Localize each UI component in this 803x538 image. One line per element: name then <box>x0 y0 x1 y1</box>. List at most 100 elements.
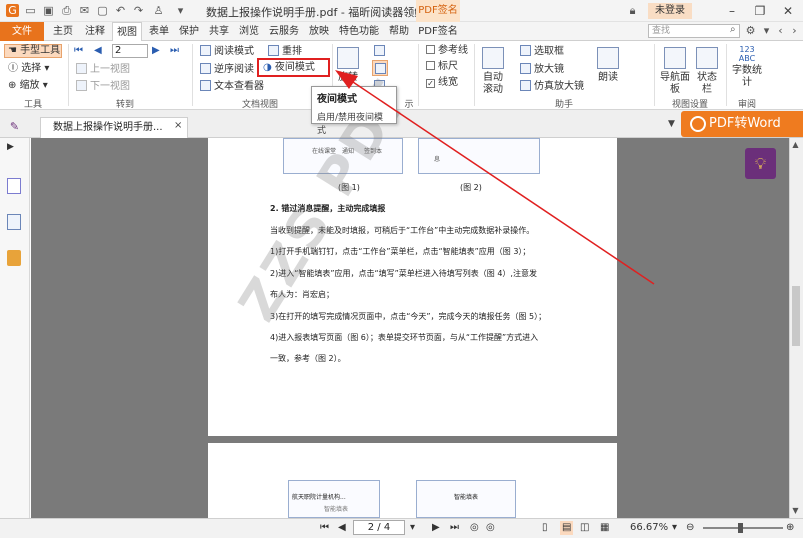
print-icon[interactable]: ⎙ <box>60 4 73 17</box>
customize-icon[interactable]: ▾ <box>174 4 187 17</box>
ruler-checkbox[interactable]: 标尺 <box>426 61 458 73</box>
page-number-input[interactable]: 2 <box>112 44 148 58</box>
undo-icon[interactable]: ↶ <box>114 4 127 17</box>
search-icon[interactable]: ⌕ <box>730 24 736 35</box>
select-box-button[interactable]: 选取框 <box>520 45 564 58</box>
bookmark-icon[interactable] <box>7 178 21 194</box>
reflow-button[interactable]: 重排 <box>268 45 302 58</box>
tab-help[interactable]: 帮助 <box>386 22 412 41</box>
zoom-dropdown-icon[interactable]: ▾ <box>672 521 677 535</box>
open-icon[interactable]: ▭ <box>24 4 37 17</box>
zoom-level[interactable]: 66.67% <box>630 521 668 535</box>
next-page-button[interactable]: ▶ <box>152 45 160 57</box>
group-label-goto: 转到 <box>115 100 134 110</box>
word-count-button[interactable]: 123 ABC 字数统计 <box>732 45 762 89</box>
tab-view[interactable]: 视图 <box>112 22 142 42</box>
night-mode-button[interactable]: ◑ 夜间模式 <box>257 58 330 77</box>
email-icon[interactable]: ✉ <box>78 4 91 17</box>
chevron-down-icon[interactable]: ▾ <box>410 521 415 535</box>
single-page-icon <box>374 45 385 56</box>
zoom-in-icon[interactable]: ⊕ <box>786 521 794 535</box>
page-indicator[interactable]: 2 / 4 <box>353 520 405 535</box>
last-page-button[interactable]: ⏭ <box>170 45 179 57</box>
pages-icon[interactable] <box>7 214 21 230</box>
rotate-button[interactable]: 旋转 <box>334 47 362 84</box>
zoom-slider[interactable] <box>703 527 783 529</box>
next-page-icon[interactable]: ▶ <box>432 521 440 535</box>
tab-share[interactable]: 共享 <box>206 22 232 41</box>
expand-panel-icon[interactable]: ▶ <box>7 142 21 158</box>
reverse-read-button[interactable]: 逆序阅读 <box>200 63 254 76</box>
zoom-slider-handle[interactable] <box>738 523 743 533</box>
close-icon[interactable]: ✕ <box>778 2 798 20</box>
read-aloud-button[interactable]: 朗读 <box>596 47 620 84</box>
tab-comment[interactable]: 注释 <box>82 22 108 41</box>
last-page-icon[interactable]: ⏭ <box>450 521 459 535</box>
scrollbar-thumb[interactable] <box>792 286 800 346</box>
tab-features[interactable]: 特色功能 <box>336 22 382 41</box>
comments-icon[interactable] <box>7 250 21 266</box>
scroll-up-icon[interactable]: ▲ <box>789 138 802 151</box>
prev-view-icon[interactable]: ◎ <box>470 521 479 535</box>
first-page-icon[interactable]: ⏮ <box>320 521 329 535</box>
next-view-button[interactable]: 下一视图 <box>76 80 130 93</box>
facing-page-icon[interactable]: ◫ <box>580 521 589 535</box>
tab-home[interactable]: 主页 <box>50 22 76 41</box>
continuous-page-icon[interactable]: ▤ <box>560 521 574 535</box>
lightbulb-icon[interactable]: 💡︎ <box>745 148 776 179</box>
loupe-button[interactable]: 仿真放大镜 <box>520 80 584 93</box>
continuous-facing-icon[interactable]: ▦ <box>600 521 609 535</box>
zoom-tool-button[interactable]: ⊕ 缩放 ▾ <box>8 80 48 92</box>
new-doc-icon[interactable]: ▢ <box>96 4 109 17</box>
book-icon <box>200 45 211 56</box>
tab-slideshow[interactable]: 放映 <box>306 22 332 41</box>
minimize-icon[interactable]: – <box>722 2 742 20</box>
ref-line-checkbox[interactable]: 参考线 <box>426 45 468 57</box>
auto-scroll-button[interactable]: 自动滚动 <box>480 47 506 96</box>
close-tab-icon[interactable]: × <box>174 120 182 131</box>
magnifier-button[interactable]: 放大镜 <box>520 63 564 76</box>
hand-tool-button[interactable]: ☚ 手型工具 <box>8 45 60 57</box>
chevron-down-icon[interactable]: ▾ <box>760 24 773 37</box>
redo-icon[interactable]: ↷ <box>132 4 145 17</box>
single-page-button[interactable] <box>374 45 388 58</box>
restore-icon[interactable]: ❐ <box>750 2 770 20</box>
tab-cloud[interactable]: 云服务 <box>266 22 302 41</box>
scroll-down-icon[interactable]: ▼ <box>789 504 802 517</box>
tab-pdf-sign[interactable]: PDF签名 <box>416 22 460 41</box>
prev-page-icon[interactable]: ◀ <box>338 521 346 535</box>
lock-icon[interactable]: 🔒︎ <box>626 4 639 17</box>
tab-file[interactable]: 文件 <box>0 22 44 41</box>
nav-panel-button[interactable]: 导航面板 <box>660 47 690 96</box>
single-page-icon[interactable]: ▯ <box>542 521 548 535</box>
select-tool-button[interactable]: Ⓘ 选择 ▾ <box>8 63 49 75</box>
prev-view-button[interactable]: 上一视图 <box>76 63 130 76</box>
stamp-icon[interactable]: ♙ <box>152 4 165 17</box>
prev-view-icon <box>76 63 87 74</box>
next-view-icon[interactable]: ◎ <box>486 521 495 535</box>
line-width-checkbox[interactable]: ✓ 线宽 <box>426 77 458 89</box>
document-tab[interactable]: 数据上报操作说明手册... <box>40 117 188 138</box>
tab-browse[interactable]: 浏览 <box>236 22 262 41</box>
zoom-out-icon[interactable]: ⊖ <box>686 521 694 535</box>
status-bar-button[interactable]: 状态栏 <box>694 47 720 96</box>
text-viewer-button[interactable]: 文本查看器 <box>200 80 264 93</box>
hand-icon: ☚ <box>8 45 21 56</box>
group-label-view-settings: 视图设置 <box>671 100 708 110</box>
pdf-sign-context-tab[interactable]: PDF签名 <box>416 0 460 22</box>
read-mode-button[interactable]: 阅读模式 <box>200 45 254 58</box>
edit-icon[interactable]: ✎ <box>8 120 21 133</box>
first-page-button[interactable]: ⏮ <box>74 45 83 57</box>
tab-dropdown-icon[interactable]: ▼ <box>668 119 675 129</box>
pdf-page <box>208 443 617 518</box>
body-text: 4)进入报表填写页面（图 6）；表单提交环节页面，与从“工作提醒”方式进入 <box>270 333 539 342</box>
save-icon[interactable]: ▣ <box>42 4 55 17</box>
tab-protect[interactable]: 保护 <box>176 22 202 41</box>
login-button[interactable]: 未登录 <box>648 3 692 19</box>
prev-page-button[interactable]: ◀ <box>94 45 102 57</box>
gear-icon[interactable]: ⚙ <box>744 24 757 37</box>
search-input[interactable]: 查找 <box>648 24 740 38</box>
tab-form[interactable]: 表单 <box>146 22 172 41</box>
chevron-right-icon[interactable]: › <box>788 24 801 37</box>
chevron-left-icon[interactable]: ‹ <box>774 24 787 37</box>
